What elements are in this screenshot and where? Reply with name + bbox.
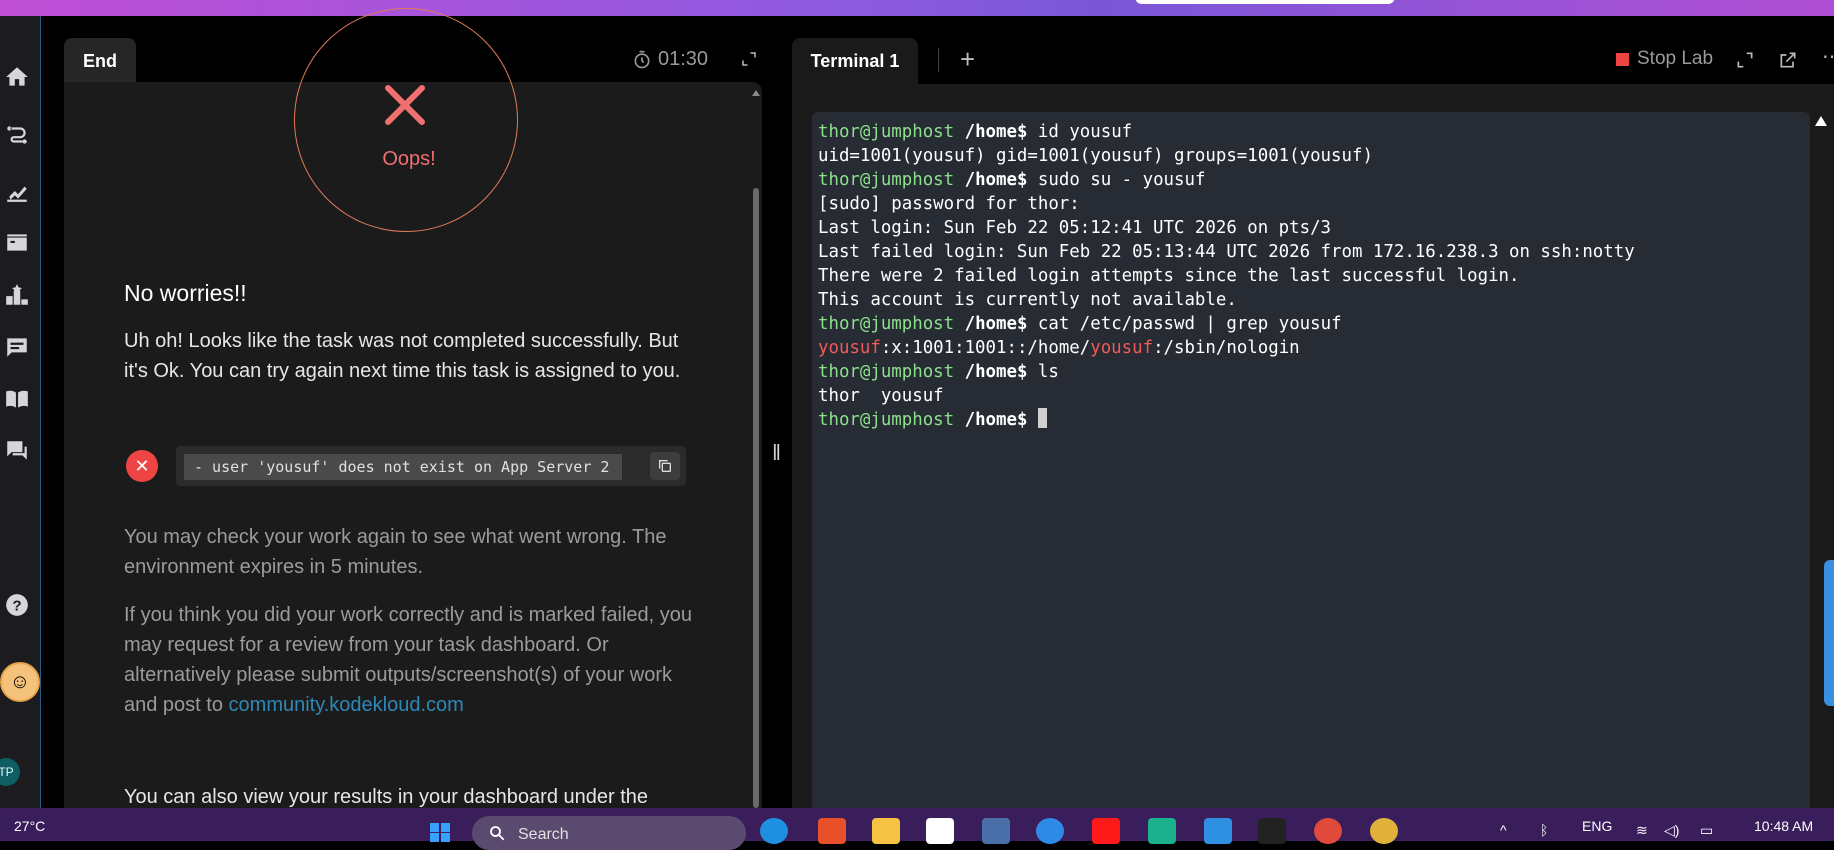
stop-icon	[1616, 52, 1629, 66]
tab-end[interactable]: End	[64, 38, 136, 84]
chat-icon[interactable]	[2, 436, 32, 466]
copy-icon	[659, 460, 671, 472]
error-message[interactable]: - user 'yousuf' does not exist on App Se…	[184, 454, 622, 480]
stop-lab-label: Stop Lab	[1637, 48, 1714, 69]
browser-address-pill[interactable]	[1135, 0, 1395, 4]
left-scrollbar[interactable]	[752, 90, 760, 808]
check-again-text: You may check your work again to see wha…	[124, 526, 667, 578]
tab-separator	[938, 48, 939, 72]
chevron-up-icon[interactable]: ^	[1500, 822, 1507, 838]
search-icon	[490, 826, 505, 841]
search-placeholder: Search	[518, 826, 569, 843]
svg-text:?: ?	[12, 597, 21, 614]
expand-icon[interactable]	[1735, 50, 1755, 70]
youtube-icon[interactable]	[1092, 818, 1120, 844]
chrome-profile-icon[interactable]	[1370, 818, 1398, 844]
review-text: If you think you did your work correctly…	[124, 600, 704, 720]
bluetooth-icon[interactable]: ᛒ	[1540, 822, 1548, 838]
more-options-icon[interactable]: ⋯	[1822, 44, 1834, 69]
user-avatar[interactable]: ☺	[0, 662, 40, 702]
terminal-line: thor@jumphost /home$ cat /etc/passwd | g…	[818, 314, 1342, 334]
terminal-line: yousuf:x:1001:1001::/home/yousuf:/sbin/n…	[818, 338, 1300, 358]
file-explorer-icon[interactable]	[872, 818, 900, 844]
terminal-line: uid=1001(yousuf) gid=1001(yousuf) groups…	[818, 146, 1373, 166]
terminal-line: Last login: Sun Feb 22 05:12:41 UTC 2026…	[818, 218, 1332, 238]
stop-lab-button[interactable]: Stop Lab	[1616, 48, 1713, 70]
terminal-cursor	[1037, 408, 1047, 428]
chart-up-icon[interactable]	[2, 176, 32, 206]
leaderboard-icon[interactable]	[2, 280, 32, 310]
error-box: - user 'yousuf' does not exist on App Se…	[176, 446, 686, 486]
expand-icon[interactable]	[740, 50, 758, 68]
side-panel-handle[interactable]	[1824, 560, 1834, 706]
terminal-line: thor yousuf	[818, 386, 944, 406]
windows-taskbar: 27°C Search ^ ᛒ ENG ≋ ◁) ▭ 10:48 AM	[0, 808, 1834, 850]
copy-button[interactable]	[650, 452, 680, 480]
app-icon[interactable]	[1148, 818, 1176, 844]
help-icon[interactable]: ?	[2, 590, 32, 620]
notes-icon[interactable]	[2, 332, 32, 362]
terminal-line: thor@jumphost /home$ sudo su - yousuf	[818, 170, 1206, 190]
result-message: Uh oh! Looks like the task was not compl…	[124, 330, 681, 382]
terminal-screen[interactable]: thor@jumphost /home$ id yousuf uid=1001(…	[812, 112, 1810, 808]
vscode-icon[interactable]	[1204, 818, 1232, 844]
virtualbox-icon[interactable]	[982, 818, 1010, 844]
notion-icon[interactable]	[926, 818, 954, 844]
terminal-line: This account is currently not available.	[818, 290, 1237, 310]
tab-terminal-1[interactable]: Terminal 1	[792, 38, 918, 84]
sidebar-rail: ? ☺ TP	[0, 16, 41, 808]
home-icon[interactable]	[2, 62, 32, 92]
add-tab-icon[interactable]: +	[960, 44, 975, 75]
terminal-line: thor@jumphost /home$ id yousuf	[818, 122, 1133, 142]
lab-icon[interactable]	[2, 228, 32, 258]
terminal-line: [sudo] password for thor:	[818, 194, 1080, 214]
error-row: ✕ - user 'yousuf' does not exist on App …	[124, 446, 688, 486]
battery-icon[interactable]: ▭	[1700, 822, 1713, 839]
chrome-icon[interactable]	[1314, 818, 1342, 844]
stopwatch-icon	[634, 50, 650, 68]
timer-value: 01:30	[658, 48, 709, 70]
weather-temperature[interactable]: 27°C	[14, 818, 45, 834]
dashboard-text: You can also view your results in your d…	[124, 786, 649, 808]
terminal-line: Last failed login: Sun Feb 22 05:13:44 U…	[818, 242, 1635, 262]
brave-icon[interactable]	[818, 818, 846, 844]
windows-start-icon[interactable]	[426, 820, 454, 844]
volume-icon[interactable]: ◁)	[1664, 822, 1679, 839]
countdown-timer: 01:30	[632, 48, 708, 71]
browser-top-strip	[0, 0, 1834, 16]
close-x-icon	[385, 85, 425, 125]
edge-icon[interactable]	[760, 818, 788, 844]
book-icon[interactable]	[2, 384, 32, 414]
panel-resize-handle[interactable]: ‖	[772, 440, 782, 466]
open-external-icon[interactable]	[1778, 50, 1798, 70]
terminal-line: There were 2 failed login attempts since…	[818, 266, 1520, 286]
clock-time[interactable]: 10:48 AM	[1754, 818, 1813, 834]
wifi-icon[interactable]: ≋	[1636, 822, 1648, 839]
path-icon[interactable]	[2, 120, 32, 150]
result-heading: No worries!!	[124, 280, 247, 306]
error-x-icon: ✕	[126, 450, 158, 482]
language-indicator[interactable]: ENG	[1582, 818, 1612, 834]
terminal-prompt-line: thor@jumphost /home$	[818, 408, 1047, 432]
terminal-app-icon[interactable]	[1258, 818, 1286, 844]
oops-label: Oops!	[382, 148, 436, 170]
docker-icon[interactable]	[1036, 818, 1064, 844]
taskbar-search[interactable]: Search	[472, 816, 746, 850]
terminal-line: thor@jumphost /home$ ls	[818, 362, 1059, 382]
community-link[interactable]: community.kodekloud.com	[229, 694, 464, 716]
profile-initials-badge[interactable]: TP	[0, 758, 20, 786]
